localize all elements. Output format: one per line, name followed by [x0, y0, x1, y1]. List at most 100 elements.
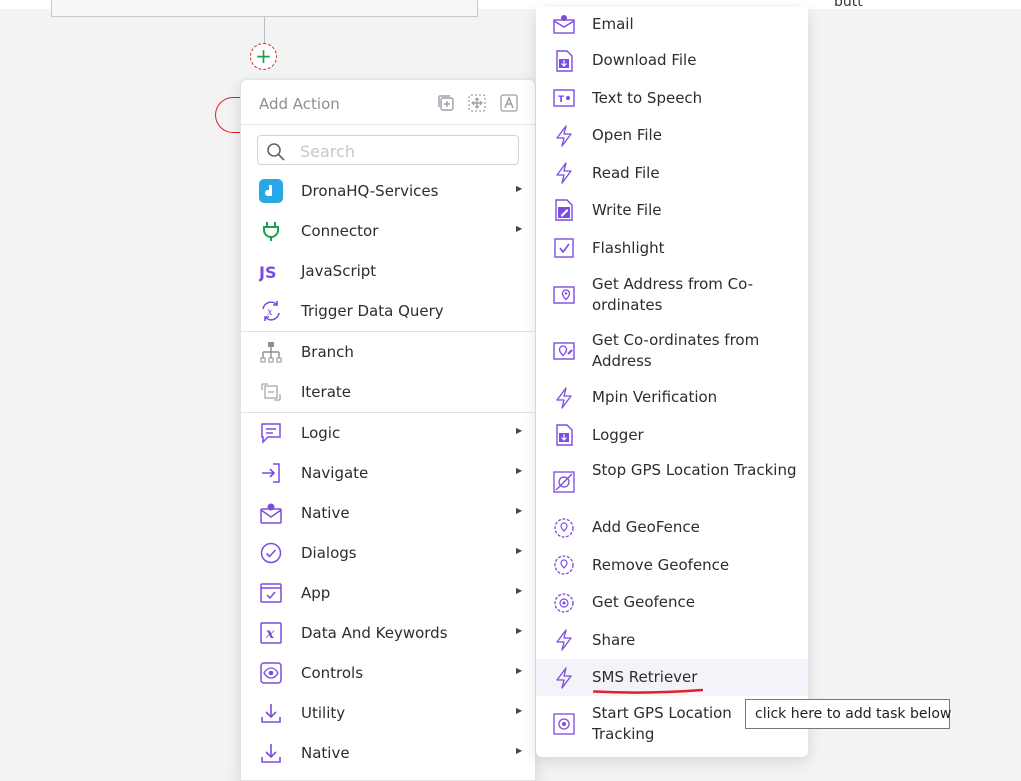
check-circle-icon	[259, 541, 283, 565]
connector-line	[264, 17, 265, 43]
submenu-arrow-icon: ▶	[516, 666, 523, 675]
map-edit-icon	[553, 340, 575, 362]
submenu-item-stop-gps[interactable]: Stop GPS Location Tracking	[536, 459, 808, 509]
navigate-icon	[259, 461, 283, 485]
submenu-arrow-icon: ▶	[516, 546, 523, 555]
action-native-2[interactable]: Native ▶	[241, 733, 535, 773]
add-step-button[interactable]: +	[250, 43, 277, 70]
gps-icon	[553, 713, 575, 735]
submenu-item-label: Remove Geofence	[592, 556, 730, 574]
bolt-icon	[553, 667, 575, 689]
refresh-variable-icon: x	[259, 299, 283, 323]
search-icon	[267, 143, 285, 161]
submenu-item-label: Email	[592, 15, 634, 33]
action-label: Data And Keywords	[301, 624, 448, 642]
action-connector[interactable]: Connector ▶	[241, 211, 535, 251]
geofence-icon	[553, 517, 575, 539]
bolt-icon	[553, 387, 575, 409]
bolt-icon	[553, 162, 575, 184]
submenu-item-mpin-verification[interactable]: Mpin Verification	[536, 379, 808, 416]
submenu-item-label: SMS Retriever	[592, 668, 698, 686]
submenu-item-get-geofence[interactable]: Get Geofence	[536, 584, 808, 621]
previous-step-card[interactable]	[51, 0, 478, 17]
action-controls[interactable]: Controls ▶	[241, 653, 535, 693]
action-label: Connector	[301, 222, 379, 240]
mail-icon	[553, 13, 575, 35]
branch-icon	[259, 340, 283, 364]
submenu-item-label: Get Co-ordinates from Address	[592, 331, 760, 370]
submenu-item-label: Text to Speech	[592, 89, 703, 107]
action-label: Dialogs	[301, 544, 357, 562]
copy-icon[interactable]	[436, 93, 456, 113]
action-label: Utility	[301, 704, 346, 722]
submenu-item-add-geofence[interactable]: Add GeoFence	[536, 509, 808, 546]
map-pin-icon	[553, 284, 575, 306]
submenu-arrow-icon: ▶	[516, 224, 523, 233]
submenu-item-remove-geofence[interactable]: Remove Geofence	[536, 546, 808, 584]
action-label: Native	[301, 744, 350, 762]
submenu-item-get-coordinates[interactable]: Get Co-ordinates from Address	[536, 329, 808, 379]
action-label: DronaHQ-Services	[301, 182, 439, 200]
action-dialogs[interactable]: Dialogs ▶	[241, 533, 535, 573]
submenu-item-label: Get Address from Co-ordinates	[592, 275, 754, 314]
tooltip: click here to add task below	[745, 699, 951, 729]
download-icon	[259, 741, 283, 765]
action-trigger-data-query[interactable]: x Trigger Data Query	[241, 291, 535, 331]
action-logic[interactable]: Logic ▶	[241, 413, 535, 453]
submenu-item-get-address[interactable]: Get Address from Co-ordinates	[536, 273, 808, 323]
submenu-item-label: Read File	[592, 164, 660, 182]
geofence-icon	[553, 592, 575, 614]
submenu-item-read-file[interactable]: Read File	[536, 154, 808, 192]
panel-title: Add Action	[259, 95, 340, 113]
action-navigate[interactable]: Navigate ▶	[241, 453, 535, 493]
submenu-item-open-file[interactable]: Open File	[536, 117, 808, 154]
action-javascript[interactable]: JS JavaScript	[241, 251, 535, 291]
submenu-arrow-icon: ▶	[516, 426, 523, 435]
submenu-item-write-file[interactable]: Write File	[536, 192, 808, 229]
file-download-icon	[553, 50, 575, 72]
action-label: Iterate	[301, 383, 352, 401]
action-label: App	[301, 584, 331, 602]
action-dronahq-services[interactable]: DronaHQ-Services ▶	[241, 171, 535, 211]
submenu-arrow-icon: ▶	[516, 626, 523, 635]
action-iterate[interactable]: Iterate	[241, 372, 535, 412]
action-label: Navigate	[301, 464, 369, 482]
search-field[interactable]	[257, 135, 519, 165]
svg-text:x: x	[267, 307, 273, 318]
submenu-item-logger[interactable]: Logger	[536, 416, 808, 454]
comment-icon	[259, 421, 283, 445]
gps-off-icon	[553, 471, 575, 493]
svg-text:JS: JS	[259, 263, 276, 282]
submenu-item-label: Share	[592, 631, 636, 649]
action-native[interactable]: Native ▶	[241, 493, 535, 533]
action-label: Controls	[301, 664, 364, 682]
action-utility[interactable]: Utility ▶	[241, 693, 535, 733]
js-icon: JS	[258, 259, 283, 283]
action-data-and-keywords[interactable]: x Data And Keywords ▶	[241, 613, 535, 653]
panel-header: Add Action	[241, 80, 535, 125]
action-label: Trigger Data Query	[301, 302, 444, 320]
submenu-item-label: Flashlight	[592, 239, 665, 257]
submenu-item-email[interactable]: Email	[536, 7, 808, 41]
plug-icon	[259, 219, 283, 243]
annotation-underline	[593, 688, 703, 694]
submenu-item-label: Open File	[592, 126, 662, 144]
submenu-item-label: Mpin Verification	[592, 388, 718, 406]
mail-user-icon	[259, 501, 283, 525]
add-action-panel: Add Action DronaHQ-Services ▶ Connector …	[240, 79, 536, 781]
submenu-item-share[interactable]: Share	[536, 621, 808, 659]
search-input[interactable]	[298, 139, 512, 163]
action-label: Branch	[301, 343, 354, 361]
app-window-icon	[259, 581, 283, 605]
submenu-item-text-to-speech[interactable]: T Text to Speech	[536, 79, 808, 117]
submenu-item-flashlight[interactable]: Flashlight	[536, 229, 808, 267]
file-edit-icon	[553, 199, 575, 221]
action-branch[interactable]: Branch	[241, 332, 535, 372]
move-icon[interactable]	[467, 93, 487, 113]
text-speech-icon: T	[553, 87, 575, 109]
geofence-icon	[553, 554, 575, 576]
variable-icon: x	[259, 621, 283, 645]
translate-icon[interactable]	[499, 93, 519, 113]
submenu-item-download-file[interactable]: Download File	[536, 42, 808, 79]
action-app[interactable]: App ▶	[241, 573, 535, 613]
